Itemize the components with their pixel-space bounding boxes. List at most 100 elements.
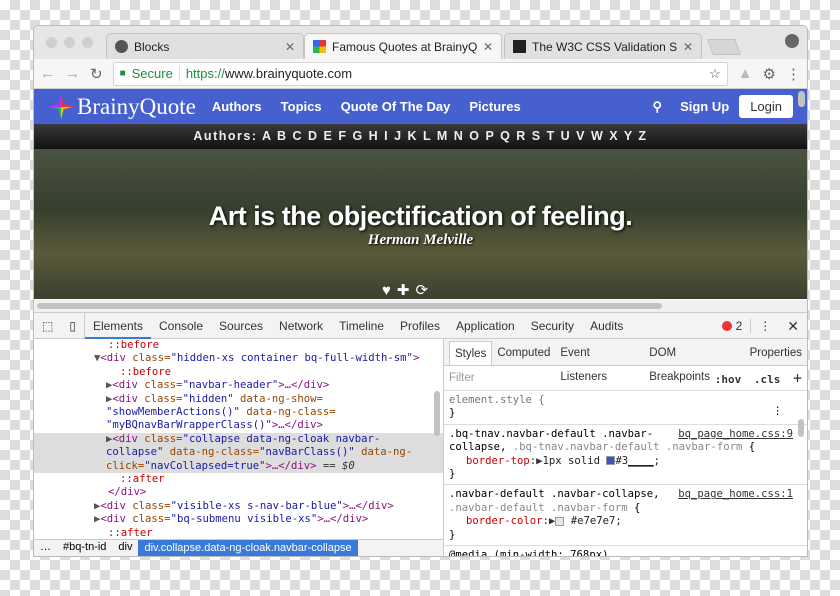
- media-query: @media (min-width: 768px): [444, 546, 807, 556]
- breadcrumb-item-active[interactable]: div.collapse.data-ng-cloak.navbar-collap…: [138, 540, 358, 556]
- tab-title: Famous Quotes at BrainyQuote: [332, 39, 477, 54]
- page-vertical-scrollbar[interactable]: [798, 91, 805, 107]
- css-rule-element-style[interactable]: element.style {} ⋮: [444, 391, 807, 425]
- tab-dom-breakpoints[interactable]: DOM Breakpoints: [644, 341, 744, 383]
- back-button[interactable]: ←: [40, 65, 55, 82]
- tab-title: Blocks: [134, 39, 170, 54]
- breadcrumb-item[interactable]: …: [34, 541, 57, 554]
- error-counter[interactable]: 2: [721, 318, 752, 333]
- tab-network[interactable]: Network: [271, 313, 331, 339]
- maximize-window-button[interactable]: [82, 37, 93, 48]
- authors-alphabet-bar: Authors: A B C D E F G H I J K L M N O P…: [34, 124, 807, 149]
- dom-node[interactable]: ▶<div class="navbar-header">…</div>: [34, 379, 443, 392]
- login-button[interactable]: Login: [739, 95, 793, 118]
- tab-security[interactable]: Security: [523, 313, 582, 339]
- dom-node[interactable]: ▼<div class="hidden-xs container bq-full…: [34, 352, 443, 365]
- window-controls: [46, 37, 93, 48]
- close-devtools-icon[interactable]: ✕: [779, 313, 807, 339]
- forward-button[interactable]: →: [65, 65, 80, 82]
- browser-tab-blocks[interactable]: Blocks ✕: [106, 33, 304, 59]
- quote-text[interactable]: Art is the objectification of feeling.: [34, 149, 807, 232]
- dom-node[interactable]: </div>: [34, 486, 443, 499]
- dom-node[interactable]: ::before: [34, 366, 443, 379]
- url-text: https://www.brainyquote.com: [185, 66, 353, 81]
- breadcrumb-item[interactable]: #bq-tn-id: [57, 541, 112, 554]
- profile-icon[interactable]: [785, 34, 799, 48]
- inspect-element-icon[interactable]: ⬚: [34, 313, 61, 339]
- close-window-button[interactable]: [46, 37, 57, 48]
- share-icon[interactable]: ⟳: [415, 282, 434, 299]
- plus-icon[interactable]: ✚: [397, 282, 416, 299]
- close-tab-icon[interactable]: ✕: [683, 40, 693, 54]
- styles-scrollbar[interactable]: [798, 419, 804, 437]
- tab-profiles[interactable]: Profiles: [392, 313, 448, 339]
- tab-properties[interactable]: Properties: [745, 341, 807, 365]
- stylesheet-link[interactable]: bq_page_home.css:1: [678, 488, 793, 501]
- reload-button[interactable]: ↻: [90, 65, 103, 83]
- minimize-window-button[interactable]: [64, 37, 75, 48]
- styles-pane: Styles Computed Event Listeners DOM Brea…: [444, 339, 807, 556]
- dom-node[interactable]: ▶<div class="bq-submenu visible-xs">…</d…: [34, 513, 443, 526]
- nav-quote-of-the-day[interactable]: Quote Of The Day: [341, 99, 451, 114]
- tab-event-listeners[interactable]: Event Listeners: [555, 341, 644, 383]
- tab-elements[interactable]: Elements: [84, 313, 151, 339]
- menu-icon[interactable]: ⋮: [786, 65, 801, 83]
- breadcrumb-item[interactable]: div: [112, 541, 138, 554]
- search-icon[interactable]: ⚲: [653, 99, 663, 115]
- sign-up-link[interactable]: Sign Up: [680, 99, 729, 114]
- breadcrumb: … #bq-tn-id div div.collapse.data-ng-clo…: [34, 539, 443, 556]
- css-rule[interactable]: bq_page_home.css:1 .navbar-default .navb…: [444, 485, 807, 547]
- tab-sources[interactable]: Sources: [211, 313, 271, 339]
- tab-computed[interactable]: Computed: [492, 341, 555, 365]
- dom-node-cont: "showMemberActions()" data-ng-class=: [106, 406, 336, 419]
- stylesheet-link[interactable]: bq_page_home.css:9: [678, 428, 793, 441]
- github-icon: [115, 40, 128, 53]
- heart-icon[interactable]: ♥: [382, 282, 397, 299]
- quote-author[interactable]: Herman Melville: [34, 232, 807, 249]
- css-property-name[interactable]: border-color: [466, 515, 543, 527]
- tab-audits[interactable]: Audits: [582, 313, 631, 339]
- browser-tab-w3c[interactable]: The W3C CSS Validation Service ✕: [504, 33, 702, 59]
- css-property-name[interactable]: border-top: [466, 455, 530, 467]
- sidebar-tabs: Styles Computed Event Listeners DOM Brea…: [444, 339, 807, 383]
- dom-node[interactable]: ▶<div class="visible-xs s-nav-bar-blue">…: [34, 500, 443, 513]
- devtools-menu-icon[interactable]: ⋮: [751, 313, 779, 339]
- nav-topics[interactable]: Topics: [281, 99, 322, 114]
- page-horizontal-scrollbar[interactable]: [34, 300, 807, 312]
- extension-icon[interactable]: ▲: [738, 65, 753, 82]
- cls-toggle[interactable]: .cls: [754, 373, 781, 386]
- rule-menu-icon[interactable]: ⋮: [772, 405, 783, 418]
- browser-tab-brainyquote[interactable]: Famous Quotes at BrainyQuote ✕: [304, 33, 502, 59]
- dom-node[interactable]: ▶<div class="hidden" data-ng-show=: [34, 393, 443, 406]
- dom-node[interactable]: ::before: [34, 339, 443, 352]
- close-tab-icon[interactable]: ✕: [483, 40, 493, 54]
- bookmark-star-icon[interactable]: ☆: [709, 66, 721, 82]
- brainyquote-logo[interactable]: BrainyQuote: [48, 93, 196, 120]
- tab-timeline[interactable]: Timeline: [331, 313, 392, 339]
- lock-icon: ■: [119, 68, 126, 79]
- elements-scrollbar[interactable]: [434, 391, 440, 436]
- tab-console[interactable]: Console: [151, 313, 211, 339]
- tab-styles[interactable]: Styles: [449, 341, 493, 365]
- tab-application[interactable]: Application: [448, 313, 523, 339]
- color-swatch[interactable]: [606, 456, 616, 466]
- styles-filter-input[interactable]: Filter:hov .cls +: [444, 366, 807, 391]
- pinwheel-logo-icon: [48, 93, 74, 120]
- nav-authors[interactable]: Authors: [212, 99, 262, 114]
- address-bar[interactable]: ■ Secure https://www.brainyquote.com ☆: [112, 61, 728, 86]
- close-tab-icon[interactable]: ✕: [285, 40, 295, 54]
- site-navbar: BrainyQuote Authors Topics Quote Of The …: [34, 89, 807, 124]
- dom-node[interactable]: ::after: [34, 473, 443, 486]
- author-letters[interactable]: A B C D E F G H I J K L M N O P Q R S T …: [262, 129, 648, 143]
- settings-gear-icon[interactable]: ⚙: [763, 65, 776, 83]
- new-rule-icon[interactable]: +: [793, 369, 802, 387]
- selected-dom-node[interactable]: ▶<div class="collapse data-ng-cloak navb…: [34, 432, 443, 474]
- browser-toolbar: ← → ↻ ■ Secure https://www.brainyquote.com…: [34, 59, 807, 89]
- color-swatch[interactable]: [555, 516, 565, 526]
- hov-toggle[interactable]: :hov: [715, 373, 742, 386]
- nav-pictures[interactable]: Pictures: [469, 99, 520, 114]
- devtools-toolbar: ⬚ ▯ Elements Console Sources Network Tim…: [34, 312, 807, 339]
- new-tab-button[interactable]: [707, 39, 741, 55]
- css-rule[interactable]: bq_page_home.css:9 .bq-tnav.navbar-defau…: [444, 425, 807, 486]
- device-toolbar-icon[interactable]: ▯: [61, 312, 85, 339]
